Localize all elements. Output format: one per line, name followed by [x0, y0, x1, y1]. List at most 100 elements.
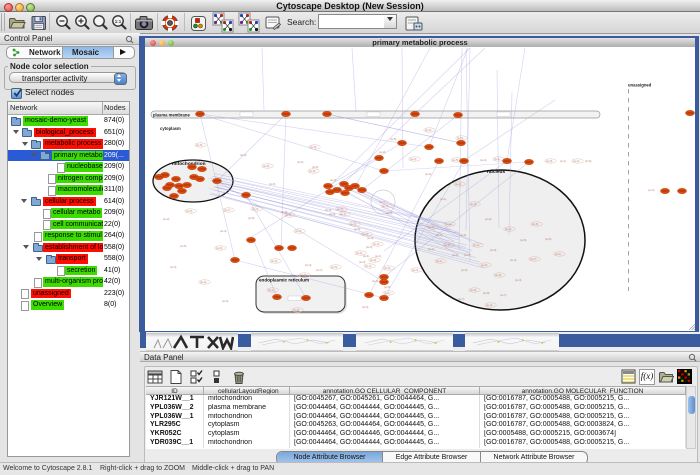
svg-text:(xx-9): (xx-9)	[329, 213, 336, 216]
svg-text:(xx-9): (xx-9)	[216, 247, 223, 250]
svg-text:(xx-3): (xx-3)	[461, 269, 468, 272]
svg-text:(xx-8): (xx-8)	[196, 144, 203, 147]
svg-text:(xx-2): (xx-2)	[425, 173, 432, 176]
svg-text:(xx-6): (xx-6)	[457, 137, 464, 140]
svg-text:(xx-4): (xx-4)	[220, 230, 227, 233]
svg-text:(xx-7): (xx-7)	[464, 254, 471, 257]
svg-text:(xx-6): (xx-6)	[585, 160, 592, 163]
svg-text:(xx-8): (xx-8)	[495, 274, 502, 277]
svg-text:(xx-1): (xx-1)	[445, 223, 452, 226]
svg-text:(xx-1): (xx-1)	[268, 289, 275, 292]
svg-text:(xx-1): (xx-1)	[436, 260, 443, 263]
svg-text:(xx-7): (xx-7)	[458, 298, 465, 301]
svg-text:(xx-8): (xx-8)	[546, 160, 553, 163]
svg-text:nucleus: nucleus	[487, 169, 505, 175]
svg-text:(xx-6): (xx-6)	[293, 309, 300, 312]
svg-text:(xx-4): (xx-4)	[480, 159, 487, 162]
svg-text:(xx-3): (xx-3)	[362, 306, 369, 309]
svg-text:(xx-2): (xx-2)	[379, 151, 386, 154]
svg-text:(xx-8): (xx-8)	[532, 223, 539, 226]
svg-text:1:1: 1:1	[115, 19, 122, 24]
svg-text:(xx-8): (xx-8)	[470, 289, 477, 292]
svg-text:(xx-4): (xx-4)	[470, 203, 477, 206]
svg-text:(xx-7): (xx-7)	[224, 209, 231, 212]
svg-text:(xx-9): (xx-9)	[481, 264, 488, 267]
svg-text:(xx-5): (xx-5)	[452, 159, 459, 162]
svg-text:(xx-2): (xx-2)	[163, 218, 170, 221]
svg-text:(xx-1): (xx-1)	[440, 198, 447, 201]
svg-text:(xx-2): (xx-2)	[573, 160, 580, 163]
svg-text:(xx-4): (xx-4)	[305, 264, 312, 267]
svg-text:(xx-2): (xx-2)	[362, 233, 369, 236]
svg-text:(xx-8): (xx-8)	[263, 165, 270, 168]
svg-text:(xx-3): (xx-3)	[325, 209, 332, 212]
svg-text:(xx-8): (xx-8)	[545, 238, 552, 241]
svg-text:endoplasmic reticulum: endoplasmic reticulum	[259, 278, 309, 283]
svg-text:(xx-9): (xx-9)	[350, 223, 357, 226]
svg-text:(xx-7): (xx-7)	[530, 258, 537, 261]
svg-text:(xx-6): (xx-6)	[356, 252, 363, 255]
svg-text:(xx-6): (xx-6)	[372, 280, 379, 283]
svg-text:plasma membrane: plasma membrane	[153, 113, 190, 118]
svg-text:(xx-7): (xx-7)	[316, 269, 323, 272]
svg-text:(xx-2): (xx-2)	[473, 244, 480, 247]
svg-text:(xx-4): (xx-4)	[373, 243, 380, 246]
svg-text:(xx-2): (xx-2)	[410, 158, 417, 161]
svg-text:(xx-8): (xx-8)	[386, 212, 393, 215]
svg-text:(xx-5): (xx-5)	[310, 146, 317, 149]
svg-text:(xx-9): (xx-9)	[240, 154, 247, 157]
svg-text:(xx-7): (xx-7)	[436, 234, 443, 237]
svg-text:(xx-1): (xx-1)	[363, 255, 370, 258]
svg-text:(xx-7): (xx-7)	[379, 201, 386, 204]
svg-text:(xx-1): (xx-1)	[340, 213, 347, 216]
svg-text:(xx-4): (xx-4)	[367, 237, 374, 240]
svg-text:(xx-2): (xx-2)	[444, 244, 451, 247]
svg-text:(xx-4): (xx-4)	[648, 189, 655, 192]
svg-text:(xx-5): (xx-5)	[186, 210, 193, 213]
svg-text:(xx-8): (xx-8)	[483, 292, 490, 295]
svg-text:(xx-9): (xx-9)	[248, 217, 255, 220]
svg-text:(xx-6): (xx-6)	[382, 205, 389, 208]
svg-text:(xx-5): (xx-5)	[331, 266, 338, 269]
svg-text:(xx-9): (xx-9)	[384, 286, 391, 289]
svg-text:(xx-3): (xx-3)	[222, 300, 229, 303]
svg-text:(xx-9): (xx-9)	[490, 249, 497, 252]
svg-text:(xx-9): (xx-9)	[312, 166, 319, 169]
svg-text:(xx-3): (xx-3)	[170, 266, 177, 269]
svg-text:(xx-4): (xx-4)	[505, 228, 512, 231]
svg-text:(xx-4): (xx-4)	[510, 259, 517, 262]
svg-text:(xx-9): (xx-9)	[200, 281, 207, 284]
svg-text:(xx-5): (xx-5)	[300, 274, 307, 277]
svg-text:(xx-9): (xx-9)	[370, 259, 377, 262]
svg-text:(xx-9): (xx-9)	[309, 170, 316, 173]
svg-text:(xx-6): (xx-6)	[428, 226, 435, 229]
svg-text:(xx-9): (xx-9)	[285, 214, 292, 217]
svg-text:(xx-1): (xx-1)	[375, 255, 382, 258]
svg-text:unassigned: unassigned	[628, 83, 652, 88]
svg-text:(xx-9): (xx-9)	[425, 129, 432, 132]
svg-text:(xx-5): (xx-5)	[337, 208, 344, 211]
svg-text:(xx-1): (xx-1)	[494, 158, 501, 161]
svg-text:(xx-4): (xx-4)	[486, 304, 493, 307]
svg-text:(xx-4): (xx-4)	[365, 265, 372, 268]
svg-text:(xx-4): (xx-4)	[359, 261, 366, 264]
svg-text:(xx-2): (xx-2)	[330, 179, 337, 182]
svg-text:(xx-7): (xx-7)	[500, 294, 507, 297]
svg-text:(xx-9): (xx-9)	[384, 267, 391, 270]
svg-text:(xx-2): (xx-2)	[452, 254, 459, 257]
svg-text:(xx-5): (xx-5)	[520, 239, 527, 242]
svg-text:(xx-2): (xx-2)	[455, 183, 462, 186]
svg-text:(xx-1): (xx-1)	[384, 292, 391, 295]
svg-text:(xx-3): (xx-3)	[269, 183, 276, 186]
svg-text:(xx-4): (xx-4)	[295, 230, 302, 233]
svg-text:(xx-5): (xx-5)	[390, 138, 397, 141]
svg-text:(xx-3): (xx-3)	[412, 269, 419, 272]
svg-text:(xx-4): (xx-4)	[515, 279, 522, 282]
svg-text:(xx-5): (xx-5)	[180, 245, 187, 248]
svg-text:(xx-1): (xx-1)	[555, 253, 562, 256]
svg-text:(xx-2): (xx-2)	[297, 161, 304, 164]
svg-text:(xx-8): (xx-8)	[354, 228, 361, 231]
svg-text:(xx-9): (xx-9)	[271, 260, 278, 263]
svg-text:(xx-6): (xx-6)	[460, 234, 467, 237]
svg-text:(xx-2): (xx-2)	[428, 248, 435, 251]
